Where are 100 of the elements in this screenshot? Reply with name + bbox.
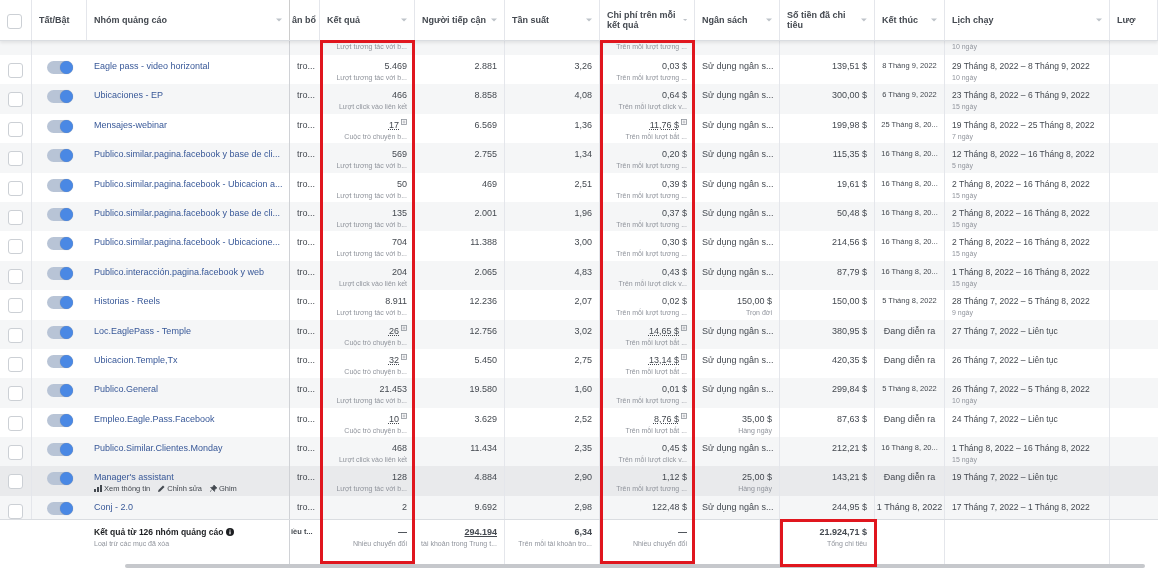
column-header[interactable]: Nhóm quảng cáo [94,14,167,26]
toggle-switch[interactable] [46,472,73,486]
ad-set-name[interactable]: Conj - 2.0 [94,500,134,513]
ad-set-name[interactable]: Publico.General [94,383,159,396]
row-checkbox[interactable] [8,121,23,137]
ad-set-name[interactable]: Loc.EaglePass - Temple [94,324,191,337]
schedule-range: 26 Tháng 7, 2022 – 5 Tháng 8, 2022 [952,383,1090,396]
toggle-switch[interactable] [46,413,73,427]
column-header[interactable]: Chi phí trên mỗi kết quả [607,9,683,31]
horizontal-scrollbar[interactable] [125,564,1145,568]
reach-value: 11.388 [470,236,497,249]
toggle-switch[interactable] [46,266,73,280]
ad-set-name[interactable]: Publico.similar.pagina.facebook y base de cli... [94,206,281,219]
attribution-icon [401,324,407,331]
ad-set-name[interactable]: Publico.interacción.pagina.facebook y web [94,265,265,278]
frequency-value: 4,08 [574,89,592,102]
sort-caret-icon[interactable] [491,18,497,22]
ad-set-name[interactable]: Manager's assistant [94,471,174,484]
toggle-switch[interactable] [46,443,73,457]
toggle-switch[interactable] [46,149,73,163]
column-header[interactable]: Ngân sách [702,14,748,26]
toggle-switch[interactable] [46,237,73,251]
delivery-status: tro... [297,412,315,425]
ad-set-name[interactable]: Empleo.Eagle.Pass.Facebook [94,412,215,425]
column-header[interactable]: ân bổ [292,14,316,26]
column-header[interactable]: Người tiếp cận [422,14,486,26]
ad-set-name[interactable]: Publico.Similar.Clientes.Monday [94,442,223,455]
reach-value: 5.450 [474,353,497,366]
sort-caret-icon[interactable] [682,18,687,22]
toggle-switch[interactable] [46,384,73,398]
column-header[interactable]: Lịch chạy [952,14,994,26]
table-row[interactable] [0,260,1158,291]
toggle-switch[interactable] [46,325,73,339]
row-checkbox[interactable] [8,151,23,167]
row-checkbox[interactable] [8,356,23,372]
sort-caret-icon[interactable] [861,18,867,22]
row-checkbox[interactable] [8,63,23,78]
column-header[interactable]: Số tiền đã chi tiêu [787,9,862,31]
reach-value: 9.692 [474,500,497,513]
ad-set-name[interactable]: Publico.similar.pagina.facebook y base de cli... [94,148,281,161]
column-header[interactable]: Kết quả [327,14,360,26]
table-row[interactable] [0,143,1158,173]
row-checkbox[interactable] [8,503,23,519]
toggle-switch[interactable] [46,354,73,368]
cost-value: 0,39 $ [661,177,687,190]
row-checkbox[interactable] [8,474,23,490]
end-date: Đang diễn ra [883,353,936,366]
result-value: 204 [391,265,407,278]
row-checkbox[interactable] [8,327,23,343]
row-checkbox[interactable] [8,298,23,314]
amount-spent: 420,35 $ [831,353,867,366]
ad-set-name[interactable]: Publico.similar.pagina.facebook - Ubicacione... [94,236,281,249]
row-checkbox[interactable] [8,92,23,108]
column-header[interactable]: Tần suất [512,14,549,26]
budget-value: Sử dụng ngân s... [702,353,774,366]
toggle-switch[interactable] [46,61,73,74]
schedule-range: 12 Tháng 8, 2022 – 16 Tháng 8, 2022 [952,148,1095,161]
toggle-switch[interactable] [46,119,73,133]
ad-set-name[interactable]: Eagle pass - video horizontal [94,60,210,72]
amount-spent: 199,98 $ [831,118,867,131]
sort-caret-icon[interactable] [586,18,592,22]
toggle-switch[interactable] [46,90,73,104]
table-row[interactable]: Conj - 2.0 tro... 2 9.692 2,98 122,48 $ Sử dụng ngân s... 244,95 $ 1 Tháng 8, 2022 17 Tháng 7, 2022 – 1 Tháng 8, 2022 [0,495,1158,519]
row-checkbox[interactable] [8,445,23,461]
ad-set-name[interactable]: Ubicaciones - EP [94,89,164,102]
column-header[interactable]: Kết thúc [882,14,918,26]
budget-value: Sử dụng ngân s... [702,236,774,249]
column-header[interactable]: Tất/Bật [39,14,70,26]
schedule-range: 24 Tháng 7, 2022 – Liên tục [952,412,1058,425]
schedule-range: 2 Tháng 8, 2022 – 16 Tháng 8, 2022 [952,206,1090,219]
budget-value: Sử dụng ngân s... [702,60,774,72]
row-checkbox[interactable] [8,268,23,284]
select-all-checkbox[interactable] [7,14,22,29]
toggle-switch[interactable] [46,178,73,192]
ad-set-name[interactable]: Historias - Reels [94,295,160,308]
reach-value: 2.001 [474,206,497,219]
toggle-switch[interactable] [46,501,73,515]
frequency-value: 2,35 [574,442,592,455]
row-checkbox[interactable] [8,239,23,255]
table-row[interactable] [0,201,1158,232]
amount-spent: 299,84 $ [831,383,867,396]
sort-caret-icon[interactable] [931,18,937,22]
ad-set-name[interactable]: Publico.similar.pagina.facebook - Ubicacion a... [94,177,283,190]
ad-set-name[interactable]: Ubicacion.Temple,Tx [94,353,178,366]
ad-set-name[interactable]: Mensajes-webinar [94,118,168,131]
toggle-switch[interactable] [46,296,73,310]
row-checkbox[interactable] [8,209,23,225]
sort-caret-icon[interactable] [401,18,407,22]
cost-value: 0,01 $ [661,383,687,396]
column-header[interactable]: Lượ [1117,14,1136,26]
row-checkbox[interactable] [8,415,23,431]
toggle-switch[interactable] [46,207,73,221]
sort-caret-icon[interactable] [766,18,772,22]
row-checkbox[interactable] [8,386,23,402]
amount-spent: 244,95 $ [831,500,867,513]
schedule-range: 19 Tháng 8, 2022 – 25 Tháng 8, 2022 [952,118,1095,131]
info-icon[interactable] [226,528,235,536]
sort-caret-icon[interactable] [1096,18,1102,22]
row-checkbox[interactable] [8,180,23,196]
sort-caret-icon[interactable] [276,18,282,22]
